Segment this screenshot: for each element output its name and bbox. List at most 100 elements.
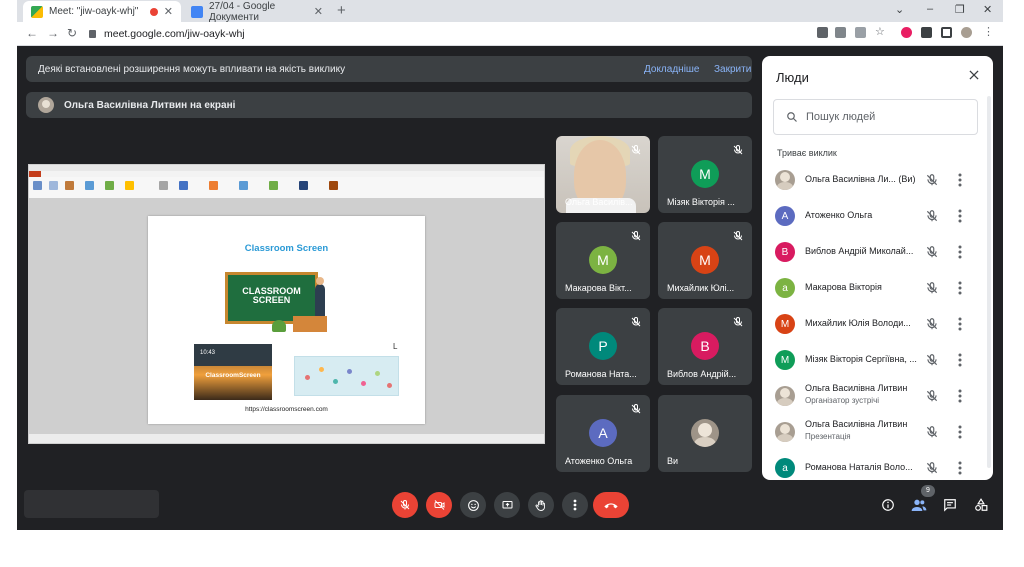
mic-muted-icon — [733, 144, 743, 155]
dismiss-banner-button[interactable]: Закрити — [714, 64, 751, 75]
camera-off-icon — [434, 500, 444, 510]
chat-button[interactable] — [941, 496, 959, 514]
slide-url-text: https://classroomscreen.com — [245, 406, 328, 413]
bookmark-star-icon[interactable]: ☆ — [875, 25, 886, 38]
activities-button[interactable] — [972, 496, 990, 514]
more-vert-icon[interactable] — [957, 281, 963, 295]
people-list-item[interactable]: Ольга Василівна Литвин Організатор зустрі… — [762, 378, 993, 414]
reload-icon[interactable]: ↻ — [67, 26, 77, 40]
back-arrow-icon[interactable]: ← — [26, 26, 38, 40]
learn-more-link[interactable]: Докладніше — [644, 64, 700, 75]
forward-arrow-icon[interactable]: → — [47, 26, 59, 40]
meeting-details-area — [24, 490, 159, 518]
emoji-icon — [467, 499, 479, 511]
participant-tile-self[interactable]: Ви — [658, 395, 752, 472]
people-list-item[interactable]: М Михайлик Юлія Володи... — [762, 306, 993, 342]
more-vert-icon[interactable] — [957, 461, 963, 475]
mic-muted-icon — [631, 403, 641, 414]
presenting-text: Ольга Василівна Литвин на екрані — [64, 99, 236, 111]
participant-tile[interactable]: М Мізяк Вікторія ... — [658, 136, 752, 213]
participant-name: Ви — [667, 456, 679, 466]
tab-docs[interactable]: 27/04 - Google Документи ✕ — [183, 1, 331, 23]
mic-toggle-button[interactable] — [392, 492, 418, 518]
camera-toggle-button[interactable] — [426, 492, 452, 518]
more-vert-icon[interactable] — [957, 353, 963, 367]
people-list-item[interactable]: a Макарова Вікторія — [762, 270, 993, 306]
info-icon — [882, 499, 894, 511]
participant-tile[interactable]: Р Романова Ната... — [556, 308, 650, 385]
tab-meet[interactable]: Meet: "jiw-oayk-whj" ✕ — [23, 1, 181, 22]
people-list-item[interactable]: Ольга Василівна Ли... (Ви) — [762, 162, 993, 198]
mic-muted-icon[interactable] — [925, 317, 939, 331]
participant-name: Макарова Вікт... — [565, 283, 632, 293]
people-button[interactable] — [910, 496, 928, 514]
people-list-item[interactable]: a Романова Наталія Воло... — [762, 450, 993, 480]
person-name: Мізяк Вікторія Сергіївна, ... — [805, 354, 917, 364]
address-bar[interactable]: meet.google.com/jiw-oayk-whj — [89, 25, 809, 43]
url-text: meet.google.com/jiw-oayk-whj — [104, 28, 245, 40]
people-list-item[interactable]: М Мізяк Вікторія Сергіївна, ... — [762, 342, 993, 378]
tab-search-button[interactable]: ⌄ — [895, 3, 904, 16]
thumbnail-label: ClassroomScreen — [205, 372, 261, 379]
side-panel-icon[interactable] — [941, 27, 952, 38]
person-name: Романова Наталія Воло... — [805, 462, 913, 472]
profile-avatar[interactable] — [961, 27, 972, 38]
minimize-button[interactable]: – — [927, 3, 933, 15]
mic-muted-icon[interactable] — [925, 209, 939, 223]
tab-close-icon[interactable]: ✕ — [164, 5, 173, 18]
meeting-details-button[interactable] — [879, 496, 897, 514]
participant-tile[interactable]: Ольга Василів... — [556, 136, 650, 213]
participant-tile[interactable]: М Михайлик Юлі... — [658, 222, 752, 299]
mic-muted-icon[interactable] — [925, 281, 939, 295]
more-vert-icon[interactable] — [957, 389, 963, 403]
camera-icon[interactable] — [817, 27, 828, 38]
mic-muted-icon[interactable] — [925, 461, 939, 475]
present-screen-button[interactable] — [494, 492, 520, 518]
docs-logo-icon — [191, 5, 203, 18]
window-close-button[interactable]: ✕ — [983, 3, 992, 16]
people-list-item[interactable]: А Атоженко Ольга — [762, 198, 993, 234]
participant-avatar: Р — [589, 332, 617, 360]
share-icon[interactable] — [855, 27, 866, 38]
tab-close-icon[interactable]: ✕ — [314, 5, 323, 18]
more-vert-icon[interactable] — [957, 209, 963, 223]
more-vert-icon[interactable] — [957, 425, 963, 439]
chat-icon — [944, 499, 956, 512]
extensions-puzzle-icon[interactable] — [921, 27, 932, 38]
maximize-button[interactable]: ❐ — [955, 3, 965, 16]
more-vert-icon[interactable] — [957, 173, 963, 187]
more-vert-icon[interactable] — [957, 317, 963, 331]
leave-call-button[interactable] — [593, 492, 629, 518]
mic-muted-icon[interactable] — [925, 245, 939, 259]
more-options-button[interactable] — [562, 492, 588, 518]
people-list-item[interactable]: Ольга Василівна Литвин Презентація — [762, 414, 993, 450]
search-people-field[interactable]: Пошук людей — [773, 99, 978, 135]
mic-muted-icon[interactable] — [925, 173, 939, 187]
shared-screen: Classroom Screen CLASSROOM SCREEN 10:43 … — [28, 164, 545, 444]
mic-muted-icon[interactable] — [925, 425, 939, 439]
participant-avatar: А — [589, 419, 617, 447]
presenting-banner: Ольга Василівна Литвин на екрані — [26, 92, 752, 118]
person-avatar: М — [775, 314, 795, 334]
captions-button[interactable] — [460, 492, 486, 518]
more-vert-icon[interactable] — [957, 245, 963, 259]
participant-tile[interactable]: М Макарова Вікт... — [556, 222, 650, 299]
new-tab-button[interactable]: + — [337, 2, 346, 19]
tools-thumbnail — [294, 356, 399, 396]
participant-avatar: М — [691, 160, 719, 188]
people-list-item[interactable]: В Виблов Андрій Миколай... — [762, 234, 993, 270]
mic-muted-icon[interactable] — [925, 389, 939, 403]
translate-icon[interactable] — [835, 27, 846, 38]
raise-hand-button[interactable] — [528, 492, 554, 518]
mic-muted-icon[interactable] — [925, 353, 939, 367]
browser-menu-icon[interactable]: ⋮ — [983, 25, 994, 38]
extension-record-icon[interactable] — [901, 27, 912, 38]
mic-muted-icon — [733, 230, 743, 241]
participant-tile[interactable]: А Атоженко Ольга — [556, 395, 650, 472]
mic-muted-icon — [631, 316, 641, 327]
person-photo-avatar — [775, 386, 795, 406]
tab-meet-title: Meet: "jiw-oayk-whj" — [49, 6, 139, 17]
close-icon[interactable] — [967, 68, 981, 82]
participant-tile[interactable]: В Виблов Андрій... — [658, 308, 752, 385]
people-panel-scrollbar[interactable] — [987, 96, 991, 468]
